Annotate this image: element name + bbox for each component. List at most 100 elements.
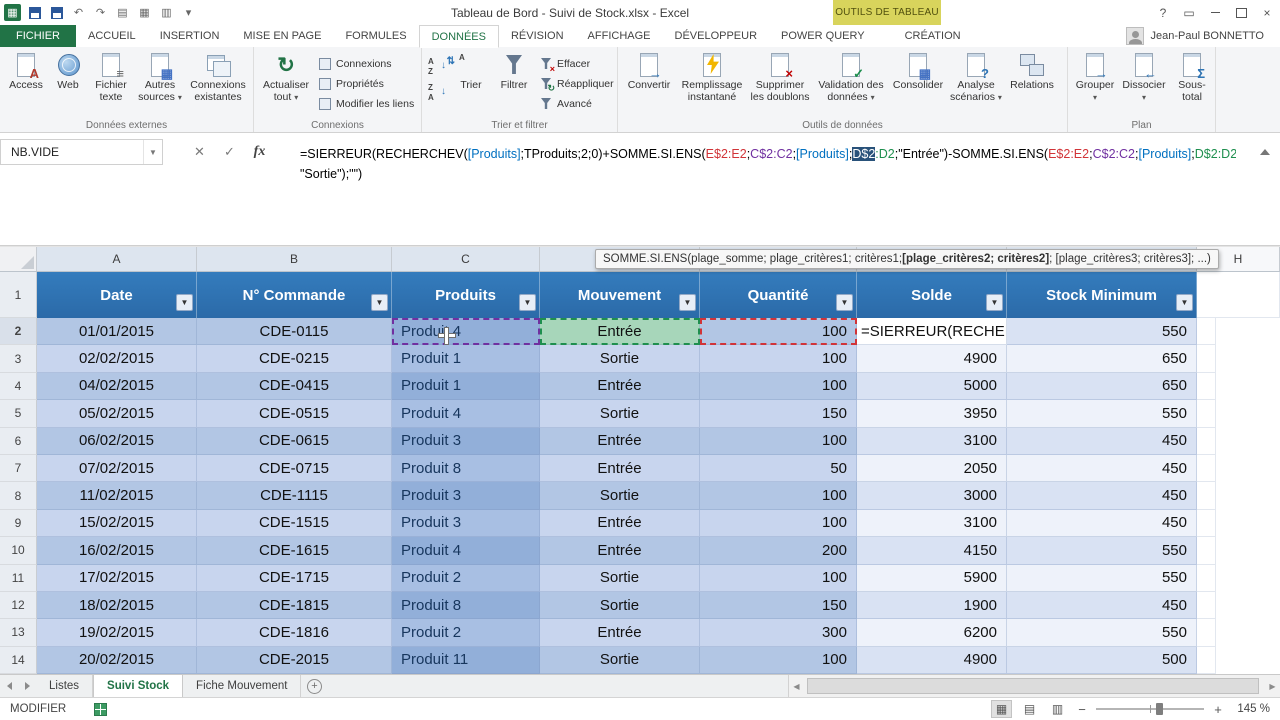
cell-solde[interactable]: 3950 xyxy=(857,400,1007,427)
relations-button[interactable]: Relations xyxy=(1005,50,1059,114)
convertir-button[interactable]: → Convertir xyxy=(621,50,677,114)
cell-quantite[interactable]: 100 xyxy=(700,318,857,345)
cell-quantite[interactable]: 100 xyxy=(700,345,857,372)
row-number[interactable]: 3 xyxy=(0,345,37,372)
table-header-quantite[interactable]: Quantité ▼ xyxy=(700,272,857,318)
collapse-formula-bar-icon[interactable] xyxy=(1260,149,1270,155)
cell-solde[interactable]: 6200 xyxy=(857,619,1007,646)
cell-stock-minimum[interactable]: 450 xyxy=(1007,510,1197,537)
cell-solde[interactable]: 2050 xyxy=(857,455,1007,482)
cell-mouvement[interactable]: Sortie xyxy=(540,647,700,674)
zoom-in-icon[interactable]: + xyxy=(1211,702,1225,717)
cell-produit[interactable]: Produit 1 xyxy=(392,373,540,400)
ribbon-display-icon[interactable]: ▭ xyxy=(1176,0,1202,25)
table-header-date[interactable]: Date ▼ xyxy=(37,272,197,318)
sheet-nav-prev-icon[interactable] xyxy=(0,675,18,697)
table-header-solde[interactable]: Solde ▼ xyxy=(857,272,1007,318)
undo-icon[interactable]: ↶ xyxy=(70,4,87,21)
cell-empty[interactable] xyxy=(1197,537,1216,564)
cell-commande[interactable]: CDE-1816 xyxy=(197,619,392,646)
cell-produit[interactable]: Produit 3 xyxy=(392,482,540,509)
page-layout-view-icon[interactable]: ▤ xyxy=(1019,700,1040,718)
row-number[interactable]: 1 xyxy=(0,272,37,318)
row-number[interactable]: 8 xyxy=(0,482,37,509)
table-icon[interactable]: ▦ xyxy=(136,4,153,21)
cell-date[interactable]: 06/02/2015 xyxy=(37,428,197,455)
cell-mouvement[interactable]: Entrée xyxy=(540,318,700,345)
insert-function-button[interactable]: fx xyxy=(246,140,273,165)
cell-quantite[interactable]: 300 xyxy=(700,619,857,646)
cell-date[interactable]: 20/02/2015 xyxy=(37,647,197,674)
grouper-button[interactable]: → Grouper ▾ xyxy=(1071,50,1119,114)
cancel-button[interactable]: ✕ xyxy=(186,140,213,165)
avance-button[interactable]: Avancé xyxy=(536,96,617,112)
tab-donnees[interactable]: DONNÉES xyxy=(419,25,499,48)
tab-revision[interactable]: RÉVISION xyxy=(499,25,576,47)
cell-mouvement[interactable]: Entrée xyxy=(540,619,700,646)
sous-total-button[interactable]: Σ Sous-total xyxy=(1169,50,1215,114)
cell-mouvement[interactable]: Entrée xyxy=(540,510,700,537)
page-break-view-icon[interactable]: ▥ xyxy=(1047,700,1068,718)
filter-button[interactable]: ▼ xyxy=(986,294,1003,311)
cell-produit[interactable]: Produit 2 xyxy=(392,619,540,646)
cell-quantite[interactable]: 100 xyxy=(700,373,857,400)
cell-produit[interactable]: Produit 1 xyxy=(392,345,540,372)
filter-button[interactable]: ▼ xyxy=(1176,294,1193,311)
cell-produit[interactable]: Produit 4 xyxy=(392,537,540,564)
print-icon[interactable]: ▤ xyxy=(114,4,131,21)
save-as-icon[interactable] xyxy=(48,4,65,21)
tab-accueil[interactable]: ACCUEIL xyxy=(76,25,148,47)
table-header-mouvement[interactable]: Mouvement ▼ xyxy=(540,272,700,318)
cell-stock-minimum[interactable]: 450 xyxy=(1007,482,1197,509)
cell-empty[interactable] xyxy=(1197,565,1216,592)
cell-produit[interactable]: Produit 8 xyxy=(392,592,540,619)
cell-stock-minimum[interactable]: 450 xyxy=(1007,455,1197,482)
validation-des-donnees-button[interactable]: ✓ Validation des données ▾ xyxy=(813,50,889,114)
cell-mouvement[interactable]: Sortie xyxy=(540,400,700,427)
tab-developpeur[interactable]: DÉVELOPPEUR xyxy=(663,25,770,47)
cell-date[interactable]: 15/02/2015 xyxy=(37,510,197,537)
select-all-corner[interactable] xyxy=(0,247,37,271)
cell-mouvement[interactable]: Entrée xyxy=(540,373,700,400)
zoom-level[interactable]: 145 % xyxy=(1232,703,1270,715)
proprietes-button[interactable]: Propriétés xyxy=(315,76,417,92)
formula-text-line2[interactable]: "Sortie");"") xyxy=(300,167,1236,181)
sheet-tab-listes[interactable]: Listes xyxy=(36,675,93,697)
scrollbar-track[interactable] xyxy=(804,675,1265,697)
cell-produit[interactable]: Produit 2 xyxy=(392,565,540,592)
cell-date[interactable]: 02/02/2015 xyxy=(37,345,197,372)
cell-date[interactable]: 16/02/2015 xyxy=(37,537,197,564)
row-number[interactable]: 14 xyxy=(0,647,37,674)
cell-mouvement[interactable]: Entrée xyxy=(540,455,700,482)
tab-creation[interactable]: CRÉATION xyxy=(893,25,973,47)
row-number[interactable]: 7 xyxy=(0,455,37,482)
cell-commande[interactable]: CDE-2015 xyxy=(197,647,392,674)
sheet-tab-suivi-stock[interactable]: Suivi Stock xyxy=(93,675,183,697)
cell-mouvement[interactable]: Entrée xyxy=(540,428,700,455)
cell-date[interactable]: 07/02/2015 xyxy=(37,455,197,482)
cell-solde[interactable]: 3000 xyxy=(857,482,1007,509)
cell-empty[interactable] xyxy=(1197,318,1216,345)
cell-empty[interactable] xyxy=(1197,345,1216,372)
cell-quantite[interactable]: 150 xyxy=(700,400,857,427)
cell-produit[interactable]: Produit 11 xyxy=(392,647,540,674)
reappliquer-button[interactable]: ↻ Réappliquer xyxy=(536,76,617,92)
cell-stock-minimum[interactable]: 550 xyxy=(1007,318,1197,345)
cell-stock-minimum[interactable]: 550 xyxy=(1007,619,1197,646)
cell-empty[interactable] xyxy=(1197,373,1216,400)
cell-quantite[interactable]: 100 xyxy=(700,510,857,537)
cell-commande[interactable]: CDE-1615 xyxy=(197,537,392,564)
cell-produit[interactable]: Produit 4 xyxy=(392,400,540,427)
connexions-button[interactable]: Connexions xyxy=(315,56,417,72)
cell-commande[interactable]: CDE-1815 xyxy=(197,592,392,619)
column-header-c[interactable]: C xyxy=(392,247,540,271)
column-header-a[interactable]: A xyxy=(37,247,197,271)
cell-mouvement[interactable]: Sortie xyxy=(540,565,700,592)
autres-sources-button[interactable]: ▦ Autres sources ▾ xyxy=(135,50,185,114)
connexions-existantes-button[interactable]: Connexions existantes xyxy=(185,50,251,114)
new-sheet-button[interactable]: + xyxy=(301,675,327,697)
cell-quantite[interactable]: 100 xyxy=(700,482,857,509)
cell-solde[interactable]: 1900 xyxy=(857,592,1007,619)
cell-stock-minimum[interactable]: 550 xyxy=(1007,537,1197,564)
sort-ascending-button[interactable]: AZ↓ xyxy=(425,55,449,79)
